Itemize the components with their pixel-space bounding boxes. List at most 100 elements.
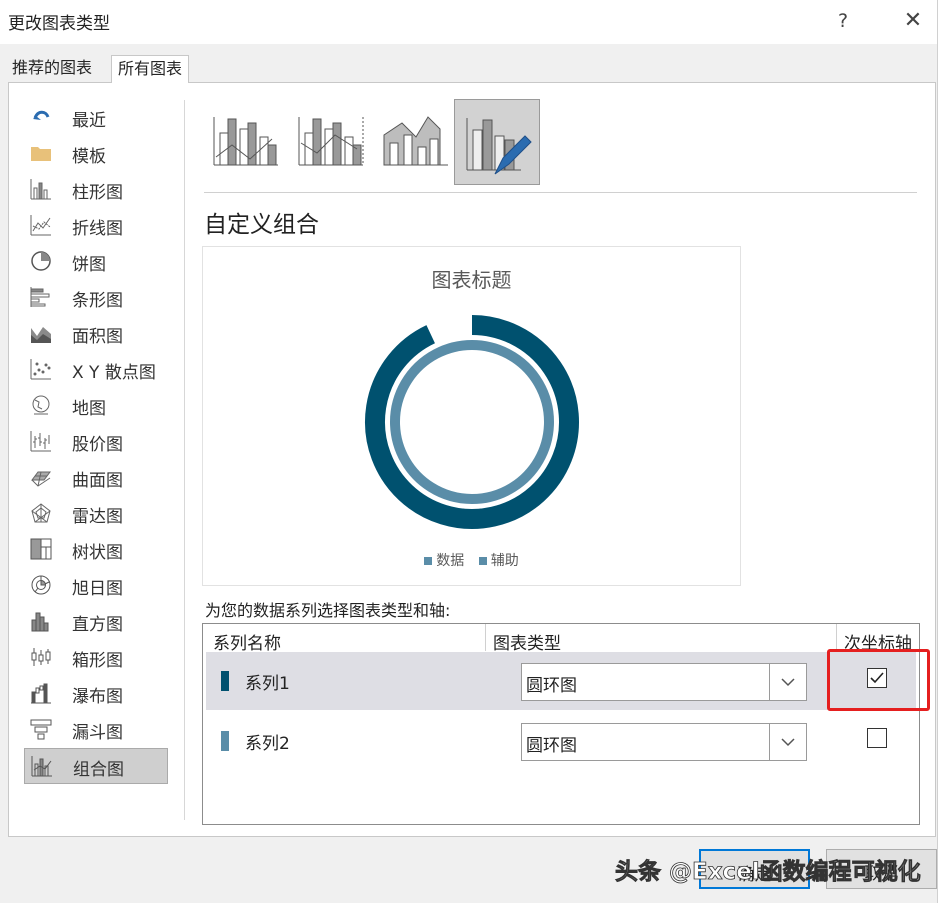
sidebar-item-radar[interactable]: 雷达图	[24, 496, 166, 530]
sidebar-item-combo[interactable]: 组合图	[24, 748, 168, 784]
sidebar-item-funnel[interactable]: 漏斗图	[24, 712, 166, 746]
surface-chart-icon	[31, 471, 51, 487]
sidebar-item-label: 箱形图	[72, 651, 123, 671]
doughnut-segment-inner	[390, 340, 554, 504]
radar-chart-icon	[31, 503, 51, 523]
section-divider	[204, 192, 917, 193]
clustered-column-line-secondary-axis-icon	[298, 117, 364, 166]
sidebar-item-label: 雷达图	[72, 507, 123, 527]
series-color-swatch	[221, 731, 229, 751]
series-prompt: 为您的数据系列选择图表类型和轴:	[205, 601, 451, 620]
title-bar: 更改图表类型 ? ✕	[0, 0, 937, 44]
folder-icon	[31, 147, 51, 161]
sidebar-item-label: 组合图	[73, 760, 124, 780]
sidebar-item-surface[interactable]: 曲面图	[24, 460, 166, 494]
series-row-1[interactable]: 系列1 圆环图	[206, 652, 916, 710]
subtype-clustered-column-line[interactable]	[206, 99, 290, 183]
sidebar-item-label: 漏斗图	[72, 723, 123, 743]
map-chart-icon	[32, 395, 50, 415]
sidebar-item-box-whisker[interactable]: 箱形图	[24, 640, 166, 674]
column-header-series-name: 系列名称	[213, 634, 281, 654]
sidebar-item-waterfall[interactable]: 瀑布图	[24, 676, 166, 710]
waterfall-chart-icon	[31, 683, 51, 704]
doughnut-chart	[365, 315, 579, 529]
sidebar-item-label: 模板	[72, 147, 106, 167]
sidebar-item-column[interactable]: 柱形图	[24, 172, 166, 206]
sidebar-item-line[interactable]: 折线图	[24, 208, 166, 242]
chart-legend: 数据 辅助	[203, 550, 740, 570]
sidebar-item-sunburst[interactable]: 旭日图	[24, 568, 166, 602]
sidebar-item-label: 最近	[72, 111, 106, 131]
sidebar-item-bar[interactable]: 条形图	[24, 280, 166, 314]
sidebar-item-label: 瀑布图	[72, 687, 123, 707]
sidebar-divider	[184, 100, 185, 820]
sidebar-item-scatter[interactable]: X Y 散点图	[24, 352, 166, 386]
legend-label: 数据	[436, 553, 465, 569]
help-button[interactable]: ?	[826, 4, 860, 38]
legend-item-helper: 辅助	[478, 550, 519, 570]
subtype-custom-combination[interactable]	[454, 99, 540, 185]
stock-chart-icon	[30, 431, 51, 452]
tab-all-charts[interactable]: 所有图表	[111, 55, 190, 83]
box-whisker-chart-icon	[31, 648, 51, 666]
legend-label: 辅助	[490, 553, 519, 569]
chart-type-value: 圆环图	[526, 736, 577, 756]
dropdown-button[interactable]	[769, 724, 806, 760]
combo-chart-icon	[31, 756, 52, 777]
sidebar-item-label: 曲面图	[72, 471, 123, 491]
series-name: 系列2	[245, 734, 290, 754]
sidebar-item-map[interactable]: 地图	[24, 388, 166, 422]
legend-item-data: 数据	[424, 550, 464, 570]
column-divider	[836, 624, 837, 651]
chart-type-select[interactable]: 圆环图	[521, 663, 807, 701]
doughnut-segment-outer	[365, 315, 579, 529]
tab-recommended-charts[interactable]: 推荐的图表	[6, 55, 98, 81]
column-chart-icon	[30, 179, 51, 200]
treemap-chart-icon	[30, 538, 52, 560]
sidebar-item-templates[interactable]: 模板	[24, 136, 166, 170]
sunburst-chart-icon	[31, 575, 51, 595]
chevron-down-icon	[781, 678, 795, 687]
scatter-chart-icon	[30, 359, 51, 380]
histogram-chart-icon	[31, 612, 49, 632]
chart-preview: 图表标题 数据 辅助	[202, 246, 741, 586]
legend-swatch	[424, 557, 433, 565]
sidebar-item-label: 树状图	[72, 543, 123, 563]
close-button[interactable]: ✕	[893, 4, 933, 38]
sidebar-item-label: 旭日图	[72, 579, 123, 599]
chart-type-value: 圆环图	[526, 676, 577, 696]
sidebar-item-pie[interactable]: 饼图	[24, 244, 166, 278]
sidebar-item-label: 柱形图	[72, 183, 123, 203]
sidebar-item-recent[interactable]: 最近	[24, 100, 166, 134]
secondary-axis-checkbox[interactable]	[867, 728, 887, 748]
sidebar-item-label: 地图	[72, 399, 106, 419]
series-table: 系列名称 图表类型 次坐标轴 系列1 圆环图 系列2 圆环图	[202, 623, 920, 825]
series-row-2[interactable]: 系列2 圆环图	[206, 712, 916, 770]
custom-combination-icon	[466, 118, 532, 175]
sidebar-item-area[interactable]: 面积图	[24, 316, 166, 350]
dropdown-button[interactable]	[769, 664, 806, 700]
chart-type-select[interactable]: 圆环图	[521, 723, 807, 761]
sidebar-item-label: 面积图	[72, 327, 123, 347]
chevron-down-icon	[781, 738, 795, 747]
section-title: 自定义组合	[204, 212, 319, 238]
sidebar-item-stock[interactable]: 股价图	[24, 424, 166, 458]
subtype-clustered-column-line-secondary-axis[interactable]	[291, 99, 375, 183]
series-color-swatch	[221, 671, 229, 691]
clustered-column-line-icon	[213, 117, 278, 166]
bar-chart-icon	[30, 287, 50, 307]
pie-chart-icon	[31, 251, 51, 271]
dialog-title: 更改图表类型	[8, 14, 110, 34]
sidebar-item-label: 条形图	[72, 291, 123, 311]
annotation-highlight-box	[827, 649, 930, 711]
sidebar-item-label: X Y 散点图	[72, 363, 156, 383]
stacked-area-clustered-column-icon	[383, 116, 448, 166]
funnel-chart-icon	[30, 719, 52, 740]
sidebar-item-treemap[interactable]: 树状图	[24, 532, 166, 566]
legend-swatch	[478, 557, 487, 565]
subtype-stacked-area-clustered-column[interactable]	[376, 99, 460, 183]
sidebar-item-histogram[interactable]: 直方图	[24, 604, 166, 638]
background-window-edge	[937, 0, 949, 903]
column-divider	[485, 624, 486, 651]
sidebar-item-label: 饼图	[72, 255, 106, 275]
